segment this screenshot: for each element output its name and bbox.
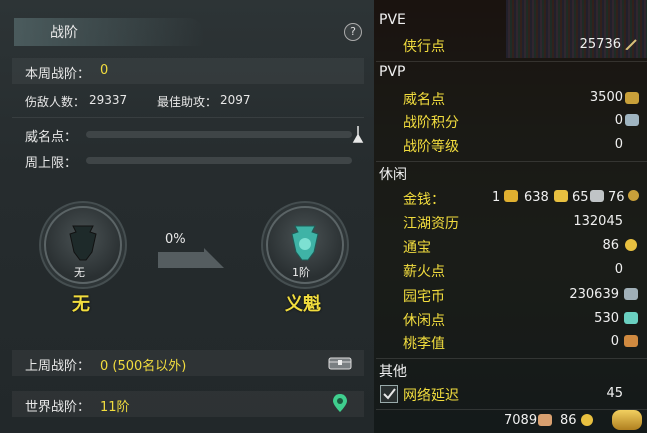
money-silver: 638 [524,190,549,205]
leisure-item-label-3: 园宅币 [403,289,445,305]
coin-icon [628,190,639,201]
section-other: 其他 [379,364,407,380]
arrow-right-icon [158,248,224,268]
pvp-item-value-2: 0 [614,137,623,152]
leisure-item-value-5: 0 [610,334,619,349]
section-pvp: PVP [379,64,406,80]
pve-item-label: 侠行点 [403,39,445,55]
assists-label: 最佳助攻： [157,95,218,109]
prestige-icon [625,92,639,104]
tongbao-coin-icon [625,239,637,251]
rank-panel: 战阶 ? 本周战阶： 0 伤敌人数： 29337 最佳助攻： 2097 威名点：… [0,0,374,433]
weekly-cap-label: 周上限： [25,156,78,171]
last-week-value: 0 (500名以外) [100,359,187,374]
latency-checkbox[interactable] [380,385,398,403]
rank-points-icon [625,114,639,126]
prestige-label: 威名点： [25,130,78,145]
leisure-points-icon [624,312,638,324]
footer-value-b: 86 [560,413,577,428]
leisure-item-value-0: 132045 [573,214,623,229]
world-rank-value: 11阶 [100,400,130,415]
leisure-item-label-5: 桃李值 [403,336,445,352]
world-rank-label: 世界战阶： [25,400,91,415]
reward-chest-icon[interactable] [328,354,352,370]
pve-item-value: 25736 [579,37,621,52]
last-week-label: 上周战阶： [25,359,91,374]
current-medal-name: 无 [72,294,90,315]
divider [12,117,364,118]
current-medal-level: 无 [74,266,85,279]
peach-icon [624,335,638,347]
money-copper-b: 76 [608,190,625,205]
leisure-item-label-0: 江湖资历 [403,216,459,232]
leisure-item-value-2: 0 [614,262,623,277]
latency-value: 45 [606,386,623,401]
weekly-cap-progress-bar [86,157,352,164]
section-leisure: 休闲 [379,167,407,183]
leisure-item-value-3: 230639 [569,287,619,302]
divider [376,161,647,162]
latency-label: 网络延迟 [403,388,459,404]
leisure-item-label-1: 通宝 [403,240,431,256]
panel-header-band [14,18,204,46]
help-icon[interactable]: ? [344,23,362,41]
leisure-item-value-4: 530 [594,311,619,326]
pvp-item-value-1: 0 [614,113,623,128]
footer-icon-a [538,414,552,426]
weekly-rank-label: 本周战阶： [25,67,91,82]
panel-title: 战阶 [50,25,78,41]
money-gold: 1 [492,190,501,205]
money-label: 金钱： [403,192,445,208]
pvp-item-label-2: 战阶等级 [403,139,459,155]
kills-label: 伤敌人数： [25,95,86,109]
cap-marker-icon [352,126,364,143]
pvp-item-label-0: 威名点 [403,92,445,108]
leisure-item-label-2: 薪火点 [403,264,445,280]
silver-ingot-icon [554,190,568,202]
divider [376,409,647,410]
footer-coin-icon [581,414,593,426]
assists-value: 2097 [220,93,251,107]
kills-value: 29337 [89,93,128,107]
pvp-item-value-0: 3500 [589,90,623,105]
treasure-button[interactable] [612,410,642,430]
checkmark-icon [383,388,396,400]
rank-progress-percent: 0% [165,232,186,247]
currency-panel: PVE 侠行点 25736 PVP 威名点 3500 战阶积分 0 战阶等级 0… [374,0,647,433]
leisure-item-value-1: 86 [602,238,619,253]
section-pve: PVE [379,12,406,28]
sword-icon [625,39,637,50]
weekly-rank-value: 0 [100,63,109,78]
footer-value-a: 7089 [504,413,538,428]
divider [376,61,647,62]
gold-ingot-icon [504,190,518,202]
pvp-item-label-1: 战阶积分 [403,115,459,131]
next-medal-level: 1阶 [292,266,310,279]
location-pin-icon[interactable] [332,393,348,413]
divider [376,358,647,359]
prestige-progress-bar [86,131,352,138]
next-medal-name: 义魁 [285,294,321,315]
garden-coin-icon [624,288,638,300]
money-copper-a: 65 [572,190,589,205]
copper-ingot-icon [590,190,604,202]
leisure-item-label-4: 休闲点 [403,313,445,329]
